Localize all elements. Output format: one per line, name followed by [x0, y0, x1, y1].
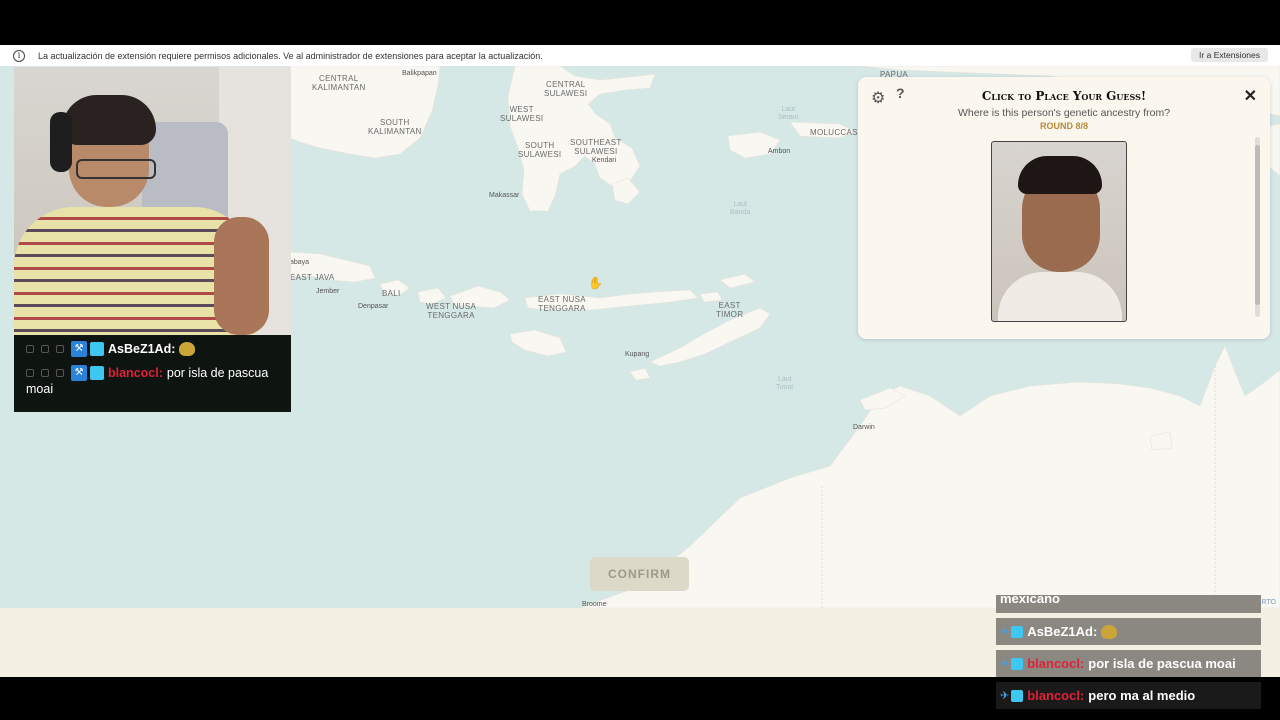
- chat-username[interactable]: AsBeZ1Ad:: [1027, 624, 1097, 639]
- webcam-hair: [62, 95, 156, 145]
- chat-message: ✈ blancocl: por isla de pascua moai: [996, 650, 1261, 677]
- map-label-west-nusa-tenggara: WEST NUSA TENGGARA: [426, 302, 477, 320]
- map-label-east-nusa-tenggara: EAST NUSA TENGGARA: [538, 295, 586, 313]
- map-label-moluccas: MOLUCCAS: [810, 128, 858, 137]
- extension-message: La actualización de extensión requiere p…: [38, 50, 543, 61]
- guess-panel-subtitle: Where is this person's genetic ancestry …: [957, 107, 1171, 119]
- moderator-badge-icon: ⚒: [71, 365, 87, 381]
- headset-icon: [50, 112, 72, 172]
- wrench-badge-icon: ✈: [1000, 690, 1010, 702]
- cube-badge-icon: [90, 342, 104, 356]
- timor-island: [649, 307, 771, 367]
- map-city-jember: Jember: [316, 288, 340, 295]
- person-photo: [991, 141, 1127, 322]
- map-city-surabaya: abaya: [290, 259, 310, 266]
- chat-message: ⚒ AsBeZ1Ad:: [26, 340, 291, 358]
- map-sea-banda: Laut Banda: [730, 201, 751, 216]
- go-to-extensions-button[interactable]: Ir a Extensiones: [1191, 48, 1268, 62]
- map-city-denpasar: Denpasar: [358, 303, 389, 310]
- chat-message-continuation: moai: [26, 382, 54, 396]
- streamer-webcam: [14, 67, 291, 335]
- cube-badge-icon: [90, 366, 104, 380]
- map-label-south-kalimantan: SOUTH KALIMANTAN: [368, 118, 422, 136]
- chat-username[interactable]: AsBeZ1Ad:: [108, 340, 175, 358]
- cube-badge-icon: [1011, 657, 1024, 670]
- round-indicator: ROUND 8/8: [1039, 121, 1088, 131]
- sumba-island: [509, 329, 567, 357]
- chat-message-text: pero ma al medio: [1088, 688, 1196, 703]
- timeout-icon: [41, 345, 49, 353]
- map-city-balikpapan: Balikpapan: [402, 70, 437, 77]
- moderator-badge-icon: ⚒: [71, 341, 87, 357]
- confirm-button[interactable]: CONFIRM: [590, 557, 689, 591]
- map-city-kupang: Kupang: [625, 351, 650, 358]
- map-label-central-sulawesi: CENTRAL SULAWESI: [544, 80, 588, 98]
- map-sea-seram: Laut Seram: [778, 106, 799, 121]
- guess-panel-title: Click to Place Your Guess!: [981, 89, 1147, 103]
- hand-cursor-icon: ✋: [588, 276, 603, 290]
- mod-action-icon: [56, 369, 64, 377]
- map-city-kendari: Kendari: [592, 157, 617, 164]
- map-label-south-sulawesi: SOUTH SULAWESI: [518, 141, 562, 159]
- emote-icon: [1101, 624, 1118, 639]
- screen: i La actualización de extensión requiere…: [0, 0, 1280, 720]
- mod-action-icon: [56, 345, 64, 353]
- photo-hair: [1018, 156, 1102, 194]
- wrench-badge-icon: ✈: [1000, 658, 1010, 670]
- photo-shirt: [998, 272, 1122, 321]
- map-label-southeast-sulawesi: SOUTHEAST SULAWESI: [570, 138, 622, 156]
- wrench-badge-icon: ✈: [1000, 626, 1010, 638]
- scrollbar-thumb[interactable]: [1255, 145, 1260, 305]
- chat-message: ✈ blancocl: pero ma al medio: [996, 682, 1261, 709]
- chat-overlay-left: ⚒ AsBeZ1Ad: ⚒ blancocl: por isla de pasc…: [14, 335, 291, 412]
- chat-message: ⚒ blancocl: por isla de pascua: [26, 364, 291, 382]
- extension-notification-bar: i La actualización de extensión requiere…: [0, 45, 1280, 66]
- chat-username[interactable]: blancocl:: [1027, 688, 1084, 703]
- wetar-island: [719, 273, 756, 289]
- rote-island: [629, 367, 651, 381]
- map-city-ambon: Ambon: [768, 148, 791, 155]
- map-label-east-timor: EAST TIMOR: [716, 301, 744, 319]
- chat-message-text: por isla de pascua: [166, 366, 269, 380]
- webcam-arm: [214, 217, 269, 335]
- ban-icon: [26, 369, 34, 377]
- webcam-glasses: [76, 159, 156, 179]
- timeout-icon: [41, 369, 49, 377]
- chat-overlay-right: mexicano ✈ AsBeZ1Ad: ✈ blancocl: por isl…: [996, 595, 1261, 709]
- chat-message-cut: mexicano: [996, 595, 1261, 613]
- panel-scrollbar[interactable]: [1255, 137, 1260, 317]
- map-label-bali: BALI: [382, 289, 401, 298]
- map-label-east-java: EAST JAVA: [290, 273, 335, 282]
- map-label-west-sulawesi: WEST SULAWESI: [500, 105, 544, 123]
- close-button[interactable]: ✕: [1244, 86, 1257, 106]
- map-label-central-kalimantan: CENTRAL KALIMANTAN: [312, 74, 366, 92]
- ban-icon: [26, 345, 34, 353]
- map-city-makassar: Makassar: [489, 192, 520, 199]
- cube-badge-icon: [1011, 689, 1024, 702]
- emote-icon: [179, 342, 196, 356]
- map-city-broome: Broome: [582, 601, 607, 608]
- cube-badge-icon: [1011, 625, 1024, 638]
- chat-message-text: por isla de pascua moai: [1088, 656, 1236, 671]
- map-sea-timor: Laut Timor: [776, 376, 794, 391]
- chat-message: ✈ AsBeZ1Ad:: [996, 618, 1261, 645]
- info-icon: i: [13, 49, 25, 62]
- chat-username[interactable]: blancocl:: [108, 364, 163, 382]
- guess-panel: ⚙ ? Click to Place Your Guess! Where is …: [858, 77, 1270, 339]
- chat-username[interactable]: blancocl:: [1027, 656, 1084, 671]
- map-city-darwin: Darwin: [853, 424, 875, 431]
